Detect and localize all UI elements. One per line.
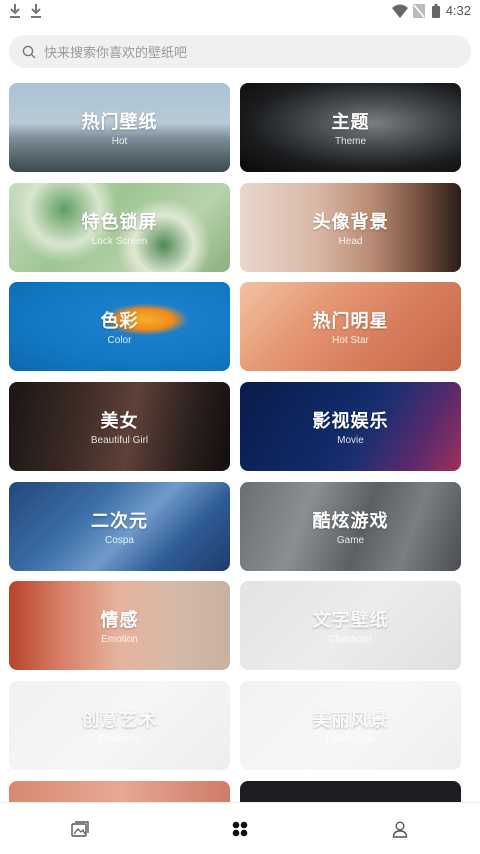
category-title: 美丽风景 — [312, 710, 389, 731]
wifi-icon — [392, 4, 408, 18]
category-subtitle: Movie — [337, 435, 364, 446]
category-subtitle: Hot — [111, 136, 128, 147]
category-subtitle: Theme — [334, 136, 367, 147]
category-card-theme[interactable]: 主题 Theme — [240, 83, 461, 172]
category-card-movie[interactable]: 影视娱乐 Movie — [240, 382, 461, 471]
category-title: 创意艺术 — [81, 710, 158, 731]
category-title: 热门明星 — [312, 311, 389, 332]
no-signal-icon — [413, 4, 425, 18]
category-title: 二次元 — [91, 511, 148, 532]
category-title: 色彩 — [100, 311, 139, 332]
battery-icon — [432, 4, 440, 18]
nav-gallery[interactable] — [0, 803, 160, 854]
download-icon — [10, 4, 20, 18]
category-card-lock-screen[interactable]: 特色锁屏 Lock Screen — [9, 183, 230, 272]
category-title: 酷炫游戏 — [312, 511, 389, 532]
status-time: 4:32 — [445, 3, 471, 18]
category-title: 影视娱乐 — [312, 411, 389, 432]
category-card-game[interactable]: 酷炫游戏 Game — [240, 482, 461, 571]
category-title: 美女 — [100, 411, 139, 432]
category-card-head[interactable]: 头像背景 Head — [240, 183, 461, 272]
category-subtitle: Head — [338, 236, 363, 247]
gallery-icon — [71, 821, 89, 837]
category-card-cospa[interactable]: 二次元 Cospa — [9, 482, 230, 571]
category-subtitle: Character — [328, 634, 373, 645]
category-subtitle: Beautiful Girl — [90, 435, 149, 446]
category-card-beautiful-girl[interactable]: 美女 Beautiful Girl — [9, 382, 230, 471]
category-card-color[interactable]: 色彩 Color — [9, 282, 230, 371]
category-subtitle: Cospa — [105, 535, 134, 546]
search-bar[interactable]: 快来搜索你喜欢的壁纸吧 — [9, 35, 471, 68]
category-subtitle: Emotion — [101, 634, 138, 645]
grid-icon — [232, 821, 248, 837]
category-card-hot[interactable]: 热门壁纸 Hot — [9, 83, 230, 172]
category-title: 主题 — [331, 112, 370, 133]
category-title: 文字壁纸 — [312, 610, 389, 631]
category-subtitle: Game — [336, 535, 365, 546]
category-card-landscape[interactable]: 美丽风景 Landscape — [240, 681, 461, 770]
nav-profile[interactable] — [320, 803, 480, 854]
category-grid: 热门壁纸 Hot 主题 Theme 特色锁屏 Lock Screen 头像背景 … — [0, 82, 480, 802]
download-icon — [31, 4, 41, 18]
category-title: 头像背景 — [312, 212, 389, 233]
status-bar: 4:32 — [0, 0, 480, 24]
category-subtitle: Creativity — [98, 734, 141, 745]
category-subtitle: Color — [107, 335, 132, 346]
bottom-nav — [0, 802, 480, 854]
category-subtitle: Landscape — [326, 734, 375, 745]
search-icon — [22, 45, 36, 58]
category-card-emotion[interactable]: 情感 Emotion — [9, 581, 230, 670]
category-card-partial[interactable] — [240, 781, 461, 802]
user-icon — [392, 821, 408, 838]
category-card-partial[interactable] — [9, 781, 230, 802]
category-title: 情感 — [100, 610, 139, 631]
category-title: 特色锁屏 — [81, 212, 158, 233]
nav-categories[interactable] — [160, 803, 320, 854]
search-placeholder: 快来搜索你喜欢的壁纸吧 — [44, 46, 188, 61]
category-title: 热门壁纸 — [81, 112, 158, 133]
category-subtitle: Hot Star — [332, 335, 369, 346]
category-card-creativity[interactable]: 创意艺术 Creativity — [9, 681, 230, 770]
category-subtitle: Lock Screen — [91, 236, 148, 247]
category-card-character[interactable]: 文字壁纸 Character — [240, 581, 461, 670]
category-card-hot-star[interactable]: 热门明星 Hot Star — [240, 282, 461, 371]
